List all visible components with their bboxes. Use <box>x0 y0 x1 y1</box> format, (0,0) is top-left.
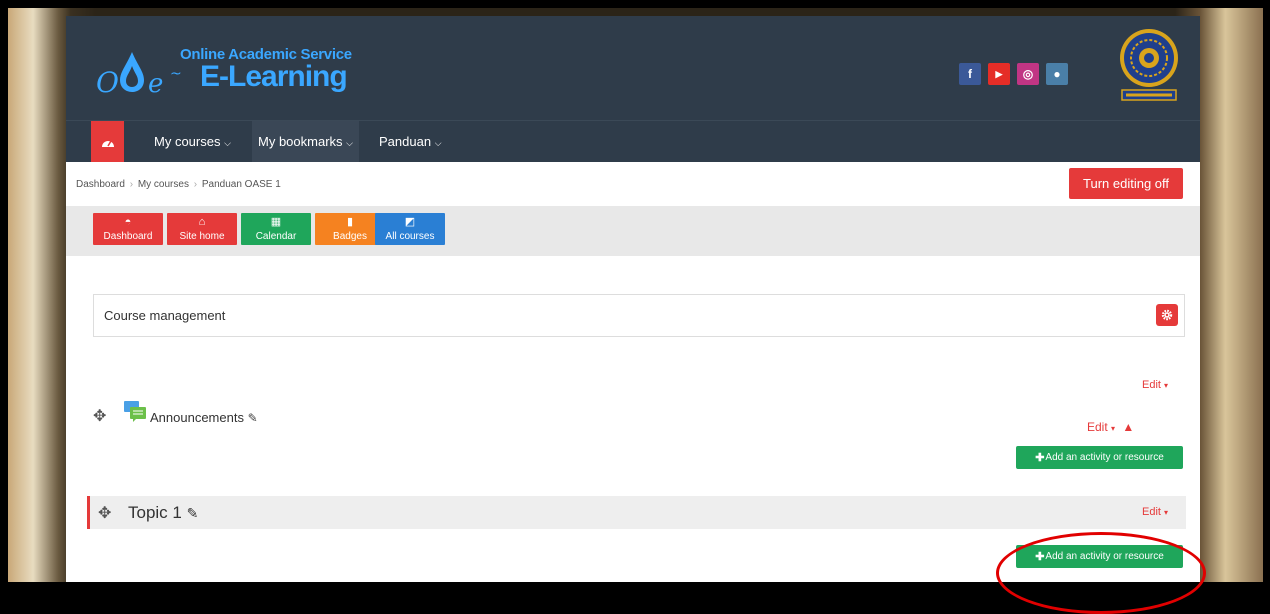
svg-text:e: e <box>148 69 163 98</box>
section0-edit-menu[interactable]: Edit ▾ <box>1142 379 1168 391</box>
chevron-down-icon: ⌵ <box>434 138 442 148</box>
annotation-circle <box>996 532 1206 614</box>
quick-dashboard-button[interactable]: ◓ Dashboard <box>93 213 163 245</box>
site-logo[interactable]: O e ~ Online Academic Service E-Learning <box>96 34 356 104</box>
chevron-down-icon: ⌵ <box>346 138 353 148</box>
plus-icon: ✚ <box>1035 452 1045 464</box>
course-management-card: Course management <box>93 294 1185 337</box>
topic1-edit-menu[interactable]: Edit ▾ <box>1142 506 1168 518</box>
chevron-down-icon: ⌵ <box>224 138 231 148</box>
add-activity-button-section0[interactable]: ✚ Add an activity or resource <box>1016 446 1183 469</box>
announcements-edit-label: Edit <box>1087 420 1108 434</box>
nav-my-bookmarks-label: My bookmarks <box>258 134 343 149</box>
caret-down-icon: ▾ <box>1164 381 1169 390</box>
caret-down-icon: ▾ <box>1164 508 1169 517</box>
oase-logo-icon: O e ~ <box>96 52 182 98</box>
breadcrumb-dashboard[interactable]: Dashboard <box>76 179 125 190</box>
breadcrumb-separator: › <box>129 179 134 190</box>
nav-panduan[interactable]: Panduan ⌵ <box>379 121 442 163</box>
breadcrumb-my-courses[interactable]: My courses <box>138 179 189 190</box>
move-icon[interactable]: ✥ <box>93 406 106 426</box>
nav-my-courses[interactable]: My courses ⌵ <box>154 121 231 163</box>
instagram-icon[interactable]: ◎ <box>1017 63 1039 85</box>
book-icon: ◩ <box>404 215 416 228</box>
browser-page: O e ~ Online Academic Service E-Learning… <box>66 16 1200 582</box>
nav-dashboard-button[interactable] <box>91 121 124 163</box>
course-settings-button[interactable] <box>1156 304 1178 326</box>
calendar-icon: ▦ <box>270 215 282 228</box>
breadcrumb-course[interactable]: Panduan OASE 1 <box>202 179 281 190</box>
pencil-icon[interactable]: ✎ <box>248 411 258 425</box>
dashboard-icon: ◓ <box>124 215 132 228</box>
forum-icon <box>124 401 146 422</box>
quick-site-home-label: Site home <box>179 230 225 242</box>
quick-all-courses-button[interactable]: ◩ All courses <box>375 213 445 245</box>
main-navbar: My courses ⌵ My bookmarks ⌵ Panduan ⌵ <box>66 120 1200 163</box>
university-seal-icon <box>1120 29 1178 101</box>
announcements-edit-menu[interactable]: Edit ▾ ▲ <box>1087 420 1134 434</box>
topic-1-section-header: ✥ Topic 1 ✎ Edit ▾ <box>87 496 1186 529</box>
pencil-icon[interactable]: ✎ <box>187 505 199 521</box>
breadcrumb-bar: Dashboard › My courses › Panduan OASE 1 … <box>66 162 1200 206</box>
topic-1-label: Topic 1 <box>128 503 182 522</box>
nav-panduan-label: Panduan <box>379 134 432 149</box>
nav-my-courses-label: My courses <box>154 134 221 149</box>
dashboard-icon <box>101 140 114 147</box>
breadcrumb-separator: › <box>193 179 198 190</box>
home-icon: ⌂ <box>198 215 206 228</box>
section0-edit-label: Edit <box>1142 379 1161 391</box>
bookmark-icon: ▮ <box>346 215 354 228</box>
facebook-icon[interactable]: f <box>959 63 981 85</box>
announcements-label: Announcements <box>150 410 244 425</box>
quick-calendar-button[interactable]: ▦ Calendar <box>241 213 311 245</box>
quick-links-bar: ◓ Dashboard ⌂ Site home ▦ Calendar ▮ Bad… <box>66 206 1200 256</box>
social-links: f ▶ ◎ ● <box>959 63 1068 85</box>
move-icon[interactable]: ✥ <box>98 503 111 523</box>
topic1-edit-label: Edit <box>1142 506 1161 518</box>
logo-title-line2: E-Learning <box>200 60 348 93</box>
course-management-title: Course management <box>104 308 226 323</box>
breadcrumb: Dashboard › My courses › Panduan OASE 1 <box>76 179 281 190</box>
turn-editing-off-button[interactable]: Turn editing off <box>1069 168 1183 199</box>
quick-badges-label: Badges <box>333 230 367 242</box>
youtube-icon[interactable]: ▶ <box>988 63 1010 85</box>
svg-text:~: ~ <box>170 66 182 82</box>
nav-my-bookmarks[interactable]: My bookmarks ⌵ <box>252 121 359 163</box>
gear-icon <box>1161 309 1173 321</box>
globe-icon[interactable]: ● <box>1046 63 1068 85</box>
quick-calendar-label: Calendar <box>255 230 297 242</box>
quick-site-home-button[interactable]: ⌂ Site home <box>167 213 237 245</box>
svg-text:O: O <box>96 66 119 98</box>
announcements-activity[interactable]: Announcements ✎ <box>150 410 258 425</box>
quick-all-courses-label: All courses <box>385 230 435 242</box>
add-activity-label: Add an activity or resource <box>1045 452 1164 463</box>
quick-dashboard-label: Dashboard <box>103 230 153 242</box>
user-icon[interactable]: ▲ <box>1122 420 1134 434</box>
caret-down-icon: ▾ <box>1111 424 1116 433</box>
topic-1-title[interactable]: Topic 1 ✎ <box>128 503 198 523</box>
site-header: O e ~ Online Academic Service E-Learning… <box>66 16 1200 120</box>
